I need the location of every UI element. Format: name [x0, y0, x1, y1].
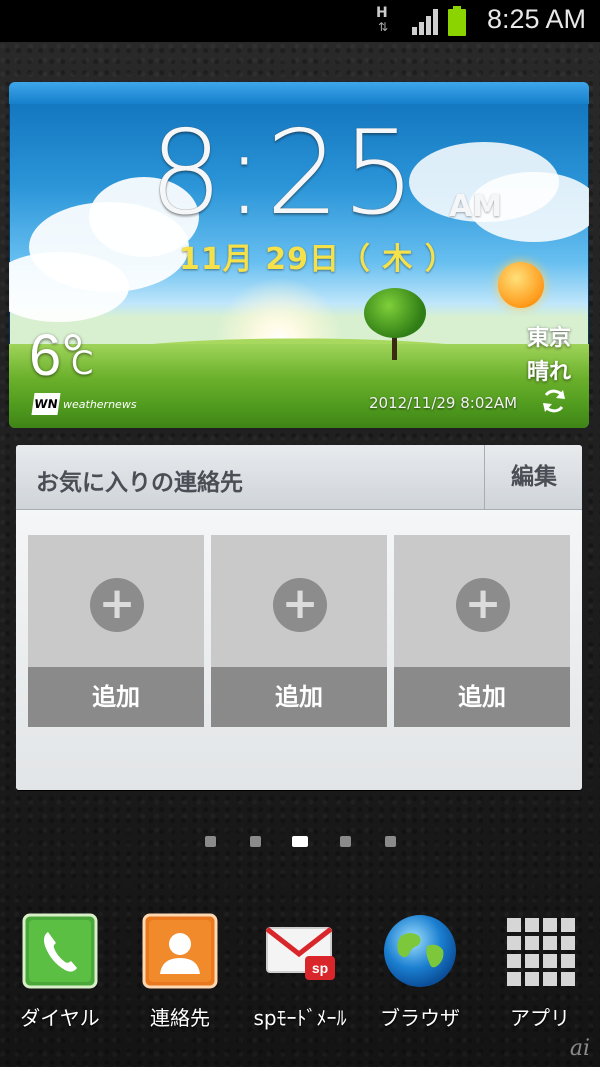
status-bar: H ⇅ 8:25 AM [0, 0, 600, 42]
page-dot[interactable] [250, 836, 261, 847]
contacts-icon [142, 913, 218, 989]
page-dot[interactable] [385, 836, 396, 847]
add-contact-slot[interactable]: + 追加 [28, 535, 204, 727]
add-label: 追加 [394, 667, 570, 727]
globe-icon [384, 915, 456, 987]
clock-ampm: AM [449, 189, 503, 224]
dock-item-dialer[interactable]: ダイヤル [5, 912, 115, 1032]
dock-item-browser[interactable]: ブラウザ [365, 912, 475, 1032]
dock-item-apps[interactable]: アプリ [485, 912, 595, 1032]
edit-button[interactable]: 編集 [484, 445, 582, 509]
page-dot[interactable] [340, 836, 351, 847]
add-label: 追加 [211, 667, 387, 727]
dock-label: spﾓｰﾄﾞﾒｰﾙ [253, 1006, 347, 1030]
clock-date: 11月 29日（ 木 ） [179, 242, 456, 277]
phone-icon [22, 913, 98, 989]
favorites-body: + 追加 + 追加 + 追加 [16, 510, 582, 790]
dock-label: アプリ [510, 1006, 570, 1030]
weather-city: 東京 [526, 326, 571, 351]
battery-icon [448, 6, 466, 36]
sunny-weather-icon [498, 262, 544, 308]
dock-label: 連絡先 [150, 1006, 210, 1030]
data-activity-icon: ⇅ [378, 20, 389, 34]
network-type: H [376, 5, 388, 21]
add-icon: + [273, 578, 327, 632]
apps-grid-icon [507, 918, 575, 986]
provider-name: weathernews [63, 398, 137, 411]
svg-text:sp: sp [312, 960, 328, 976]
dock-item-contacts[interactable]: 連絡先 [125, 912, 235, 1032]
favorites-header: お気に入りの連絡先 編集 [16, 445, 582, 510]
status-time: 8:25 AM [486, 4, 586, 34]
weather-clock-widget[interactable]: 8:25 AM 11月 29日（ 木 ） 6° C WN weathernews… [9, 82, 589, 428]
watermark: ai [569, 1036, 590, 1061]
temperature-unit: C [71, 344, 94, 382]
tree-image [364, 288, 426, 338]
dock-label: ブラウザ [380, 1006, 460, 1030]
add-icon: + [456, 578, 510, 632]
refresh-icon[interactable] [539, 386, 569, 416]
add-contact-slot[interactable]: + 追加 [394, 535, 570, 727]
favorite-contacts-widget: お気に入りの連絡先 編集 + 追加 + 追加 + 追加 [16, 445, 582, 790]
weather-updated-time: 2012/11/29 8:02AM [369, 394, 518, 412]
dock-item-sp-mode-mail[interactable]: sp spﾓｰﾄﾞﾒｰﾙ [245, 912, 355, 1032]
weather-condition: 晴れ [526, 360, 571, 385]
page-dot-active[interactable] [292, 836, 308, 847]
page-dot[interactable] [205, 836, 216, 847]
favorites-title: お気に入りの連絡先 [36, 470, 243, 496]
page-indicator [200, 835, 400, 849]
add-label: 追加 [28, 667, 204, 727]
dock-label: ダイヤル [20, 1006, 100, 1030]
add-contact-slot[interactable]: + 追加 [211, 535, 387, 727]
weathernews-logo-icon: WN [31, 393, 61, 415]
mail-icon: sp [265, 927, 335, 980]
widget-sky-top [9, 82, 589, 104]
clock-time: 8:25 [149, 106, 418, 241]
add-icon: + [90, 578, 144, 632]
signal-icon [410, 7, 442, 35]
